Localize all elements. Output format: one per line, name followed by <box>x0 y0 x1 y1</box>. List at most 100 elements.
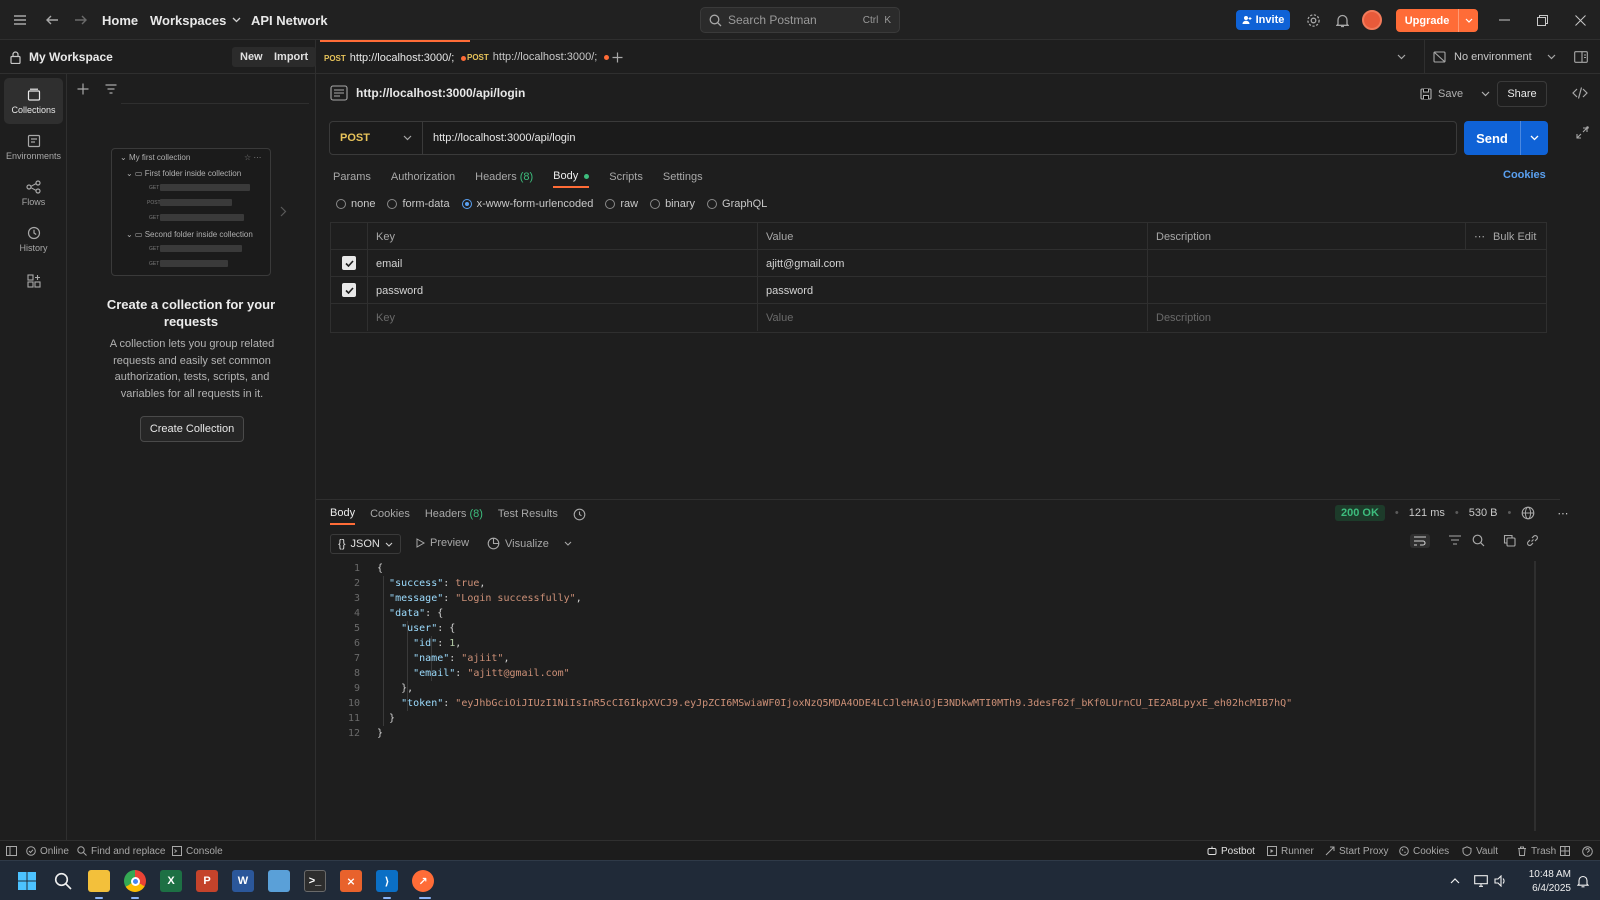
tabs-overflow-chevron-icon[interactable] <box>1393 40 1410 74</box>
request-tab-1[interactable]: POST http://localhost:3000/; <box>320 40 471 74</box>
radio-x-www-form-urlencoded[interactable]: x-www-form-urlencoded <box>461 198 593 210</box>
code-snippet-icon[interactable] <box>1572 86 1588 100</box>
filter-icon[interactable] <box>1448 534 1462 548</box>
row-enabled-checkbox[interactable] <box>342 256 356 270</box>
share-button[interactable]: Share <box>1497 81 1547 107</box>
radio-none[interactable]: none <box>336 198 375 210</box>
link-icon[interactable] <box>1526 534 1539 548</box>
radio-binary[interactable]: binary <box>650 198 695 210</box>
powerpoint-icon[interactable]: P <box>196 870 218 892</box>
row-enabled-checkbox[interactable] <box>342 283 356 297</box>
workspace-name[interactable]: My Workspace <box>29 50 113 64</box>
response-tab-cookies[interactable]: Cookies <box>370 508 410 520</box>
more-options-icon[interactable]: ⋯ <box>1474 230 1485 243</box>
expand-panel-icon[interactable] <box>1575 126 1589 140</box>
tray-chevron-up-icon[interactable] <box>1444 870 1466 892</box>
runner-button[interactable]: Runner <box>1267 841 1314 861</box>
copy-icon[interactable] <box>1503 534 1516 548</box>
vscode-icon[interactable]: ⟩ <box>376 870 398 892</box>
nav-workspaces[interactable]: Workspaces <box>150 0 241 40</box>
response-tab-headers[interactable]: Headers (8) <box>425 508 483 520</box>
tab-headers[interactable]: Headers (8) <box>475 166 533 188</box>
response-json-viewer[interactable]: 1 {2 "success": true, 3 "message": "Login … <box>330 561 1530 751</box>
chevron-down-icon[interactable] <box>564 541 572 546</box>
tab-params[interactable]: Params <box>333 166 371 188</box>
new-button[interactable]: New <box>232 47 271 67</box>
toggle-sidebar-icon[interactable] <box>6 841 17 861</box>
tab-settings[interactable]: Settings <box>663 166 703 188</box>
response-tab-body[interactable]: Body <box>330 503 356 525</box>
import-button[interactable]: Import <box>266 47 317 67</box>
save-button[interactable]: Save <box>1420 82 1490 106</box>
send-button[interactable]: Send <box>1464 121 1548 155</box>
row-key[interactable]: email <box>367 250 757 277</box>
find-and-replace[interactable]: Find and replace <box>77 841 166 861</box>
minimize-window-icon[interactable] <box>1491 0 1517 40</box>
system-clock[interactable]: 10:48 AM 6/4/2025 <box>1511 868 1571 896</box>
response-divider[interactable] <box>316 499 1560 500</box>
restore-window-icon[interactable] <box>1529 0 1555 40</box>
response-tab-test-results[interactable]: Test Results <box>498 508 558 520</box>
online-status[interactable]: Online <box>26 841 69 861</box>
menu-icon[interactable] <box>7 0 33 40</box>
add-collection-plus-icon[interactable] <box>77 83 89 95</box>
postbot-button[interactable]: Postbot <box>1207 841 1255 861</box>
request-tab-2[interactable]: POST http://localhost:3000/; <box>463 40 613 74</box>
sidebar-item-flows[interactable]: Flows <box>4 170 63 216</box>
postman-icon[interactable]: ↗ <box>412 870 434 892</box>
volume-icon[interactable] <box>1489 870 1511 892</box>
response-format-select[interactable]: {} JSON <box>330 534 401 554</box>
preview-button[interactable]: Preview <box>416 537 469 549</box>
console-toggle[interactable]: Console <box>172 841 223 861</box>
start-proxy-button[interactable]: Start Proxy <box>1325 841 1388 861</box>
method-select[interactable]: POST <box>330 122 423 154</box>
cookies-button[interactable]: Cookies <box>1399 841 1449 861</box>
key-placeholder-input[interactable]: Key <box>367 304 757 331</box>
avatar[interactable] <box>1362 10 1382 30</box>
radio-form-data[interactable]: form-data <box>387 198 450 210</box>
response-size[interactable]: 530 B <box>1469 507 1498 519</box>
search-input[interactable]: Search Postman Ctrl K <box>700 7 900 33</box>
radio-graphql[interactable]: GraphQL <box>707 198 767 210</box>
sidebar-item-environments[interactable]: Environments <box>4 124 63 170</box>
nav-home[interactable]: Home <box>102 0 138 40</box>
status-badge[interactable]: 200 OK <box>1335 505 1385 521</box>
filter-icon[interactable] <box>105 84 117 94</box>
value-placeholder-input[interactable]: Value <box>757 304 1147 331</box>
response-scrollbar[interactable] <box>1534 561 1536 831</box>
invite-button[interactable]: Invite <box>1236 10 1290 30</box>
excel-icon[interactable]: X <box>160 870 182 892</box>
row-key[interactable]: password <box>367 277 757 304</box>
bulk-edit-button[interactable]: Bulk Edit <box>1493 231 1536 243</box>
new-tab-plus-icon[interactable] <box>608 40 627 74</box>
layout-grid-icon[interactable] <box>1560 841 1570 861</box>
description-placeholder-input[interactable]: Description <box>1147 304 1546 331</box>
chrome-icon[interactable] <box>124 870 146 892</box>
cookies-link[interactable]: Cookies <box>1503 169 1546 181</box>
tab-authorization[interactable]: Authorization <box>391 166 455 188</box>
more-options-icon[interactable]: ⋯ <box>1557 507 1568 520</box>
request-title[interactable]: http://localhost:3000/api/login <box>356 86 525 100</box>
close-window-icon[interactable] <box>1567 0 1593 40</box>
help-icon[interactable] <box>1582 841 1593 861</box>
collection-search-input[interactable] <box>121 80 309 104</box>
row-value[interactable]: ajitt@gmail.com <box>757 250 1147 277</box>
row-description[interactable] <box>1147 250 1546 277</box>
visualize-button[interactable]: Visualize <box>487 537 572 550</box>
settings-gear-icon[interactable] <box>1300 0 1326 40</box>
environment-select[interactable]: No environment <box>1424 40 1564 74</box>
nav-api-network[interactable]: API Network <box>251 0 328 40</box>
windows-start-icon[interactable] <box>16 870 38 892</box>
word-icon[interactable]: W <box>232 870 254 892</box>
chevron-down-icon[interactable] <box>1520 121 1548 155</box>
response-time[interactable]: 121 ms <box>1409 507 1445 519</box>
wrap-lines-icon[interactable] <box>1410 534 1430 548</box>
sidebar-configure-grid-icon[interactable] <box>4 266 63 296</box>
back-arrow-icon[interactable] <box>39 0 65 40</box>
row-value[interactable]: password <box>757 277 1147 304</box>
tab-scripts[interactable]: Scripts <box>609 166 643 188</box>
response-history-icon[interactable] <box>573 508 586 521</box>
globe-icon[interactable] <box>1521 506 1535 520</box>
file-explorer-icon[interactable] <box>88 870 110 892</box>
search-icon[interactable] <box>1472 534 1485 548</box>
